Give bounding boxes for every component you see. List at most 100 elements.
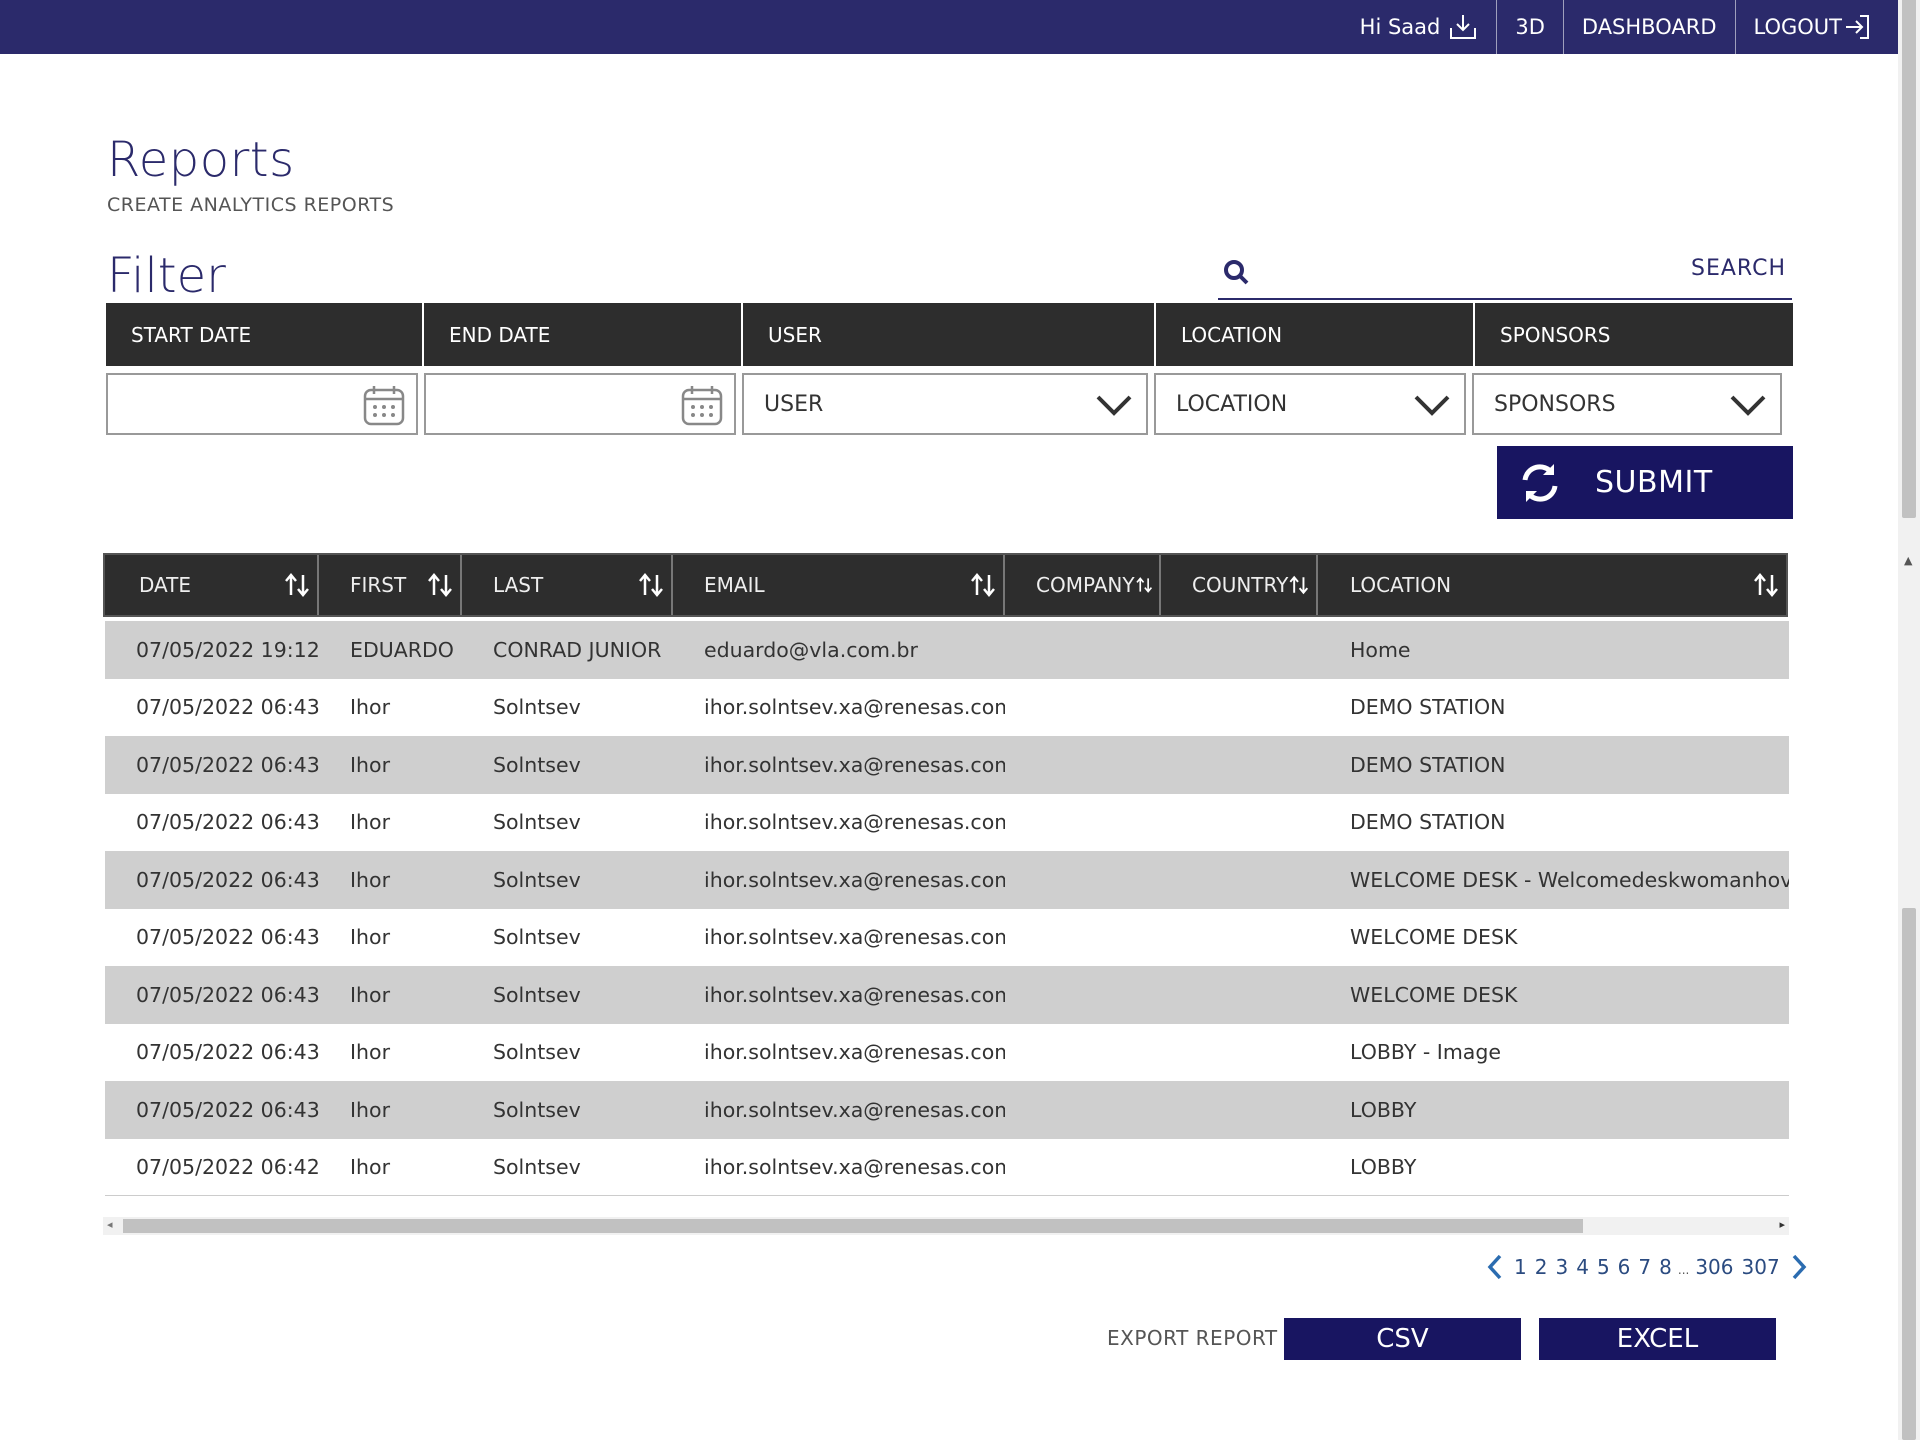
table-row[interactable]: 07/05/2022 19:12 EDUARDO CONRAD JUNIOR edua… bbox=[105, 621, 1789, 679]
sort-icon[interactable] bbox=[1752, 571, 1780, 599]
page-link[interactable]: 6 bbox=[1618, 1255, 1631, 1279]
cell-last: Solntsev bbox=[493, 925, 581, 950]
scroll-left-arrow-icon[interactable]: ◂ bbox=[107, 1218, 113, 1231]
table-row[interactable]: 07/05/2022 06:43 Ihor Solntsev ihor.solntse… bbox=[105, 966, 1789, 1024]
cell-first: Ihor bbox=[350, 925, 391, 950]
horizontal-scrollbar[interactable]: ◂ ▸ bbox=[103, 1217, 1789, 1235]
page-link[interactable]: 8 bbox=[1659, 1255, 1672, 1279]
vertical-scrollbar[interactable]: ▲ bbox=[1898, 0, 1920, 1440]
user-greeting[interactable]: Hi Saad bbox=[1342, 0, 1497, 54]
page-link[interactable]: 306 bbox=[1695, 1255, 1733, 1279]
location-select-value: LOCATION bbox=[1176, 392, 1288, 417]
csv-button[interactable]: CSV bbox=[1284, 1318, 1521, 1360]
sort-icon[interactable] bbox=[637, 571, 665, 599]
sort-icon[interactable] bbox=[969, 571, 997, 599]
col-header-label: LOCATION bbox=[1350, 573, 1452, 597]
cell-date: 07/05/2022 06:43 bbox=[136, 1040, 319, 1065]
cell-email: ihor.solntsev.xa@renesas.com bbox=[704, 1097, 1005, 1122]
scroll-right-arrow-icon[interactable]: ▸ bbox=[1779, 1218, 1785, 1231]
table-row[interactable]: 07/05/2022 06:42 Ihor Solntsev ihor.solntse… bbox=[105, 1138, 1789, 1196]
calendar-icon[interactable] bbox=[680, 383, 724, 427]
cell-last: Solntsev bbox=[493, 695, 581, 720]
table-row[interactable]: 07/05/2022 06:43 Ihor Solntsev ihor.solntse… bbox=[105, 793, 1789, 851]
filter-col-end-date: END DATE bbox=[424, 303, 743, 366]
page-link[interactable]: 307 bbox=[1742, 1255, 1780, 1279]
col-header-country[interactable]: COUNTRY bbox=[1161, 555, 1318, 615]
col-header-email[interactable]: EMAIL bbox=[673, 555, 1005, 615]
cell-date: 07/05/2022 06:43 bbox=[136, 1097, 319, 1122]
col-header-first[interactable]: FIRST bbox=[319, 555, 462, 615]
nav-3d[interactable]: 3D bbox=[1496, 0, 1563, 54]
col-header-location[interactable]: LOCATION bbox=[1318, 555, 1786, 615]
table-row[interactable]: 07/05/2022 06:43 Ihor Solntsev ihor.solntse… bbox=[105, 1023, 1789, 1081]
page-link[interactable]: 3 bbox=[1555, 1255, 1568, 1279]
chevron-left-icon[interactable] bbox=[1486, 1253, 1504, 1281]
cell-first: Ihor bbox=[350, 1097, 391, 1122]
scrollbar-thumb-outer[interactable] bbox=[1902, 0, 1916, 518]
submit-button[interactable]: SUBMIT bbox=[1497, 446, 1793, 519]
nav-logout[interactable]: LOGOUT bbox=[1734, 0, 1898, 54]
search-input[interactable] bbox=[1266, 252, 1670, 292]
cell-email: ihor.solntsev.xa@renesas.com bbox=[704, 867, 1005, 892]
search-icon[interactable] bbox=[1222, 258, 1252, 288]
col-header-label: COMPANY bbox=[1036, 573, 1135, 597]
export-report-label: EXPORT REPORT bbox=[1107, 1326, 1278, 1350]
scrollbar-thumb-inner[interactable] bbox=[1902, 908, 1916, 1440]
user-select-value: USER bbox=[764, 392, 824, 417]
col-header-last[interactable]: LAST bbox=[462, 555, 673, 615]
cell-location: WELCOME DESK bbox=[1350, 982, 1518, 1007]
page-link[interactable]: 7 bbox=[1638, 1255, 1651, 1279]
search-label[interactable]: SEARCH bbox=[1691, 256, 1786, 281]
cell-first: Ihor bbox=[350, 752, 391, 777]
nav-dashboard[interactable]: DASHBOARD bbox=[1562, 0, 1735, 54]
cell-first: Ihor bbox=[350, 695, 391, 720]
table-row[interactable]: 07/05/2022 06:43 Ihor Solntsev ihor.solntse… bbox=[105, 736, 1789, 794]
cell-email: ihor.solntsev.xa@renesas.com bbox=[704, 695, 1005, 720]
sort-icon[interactable] bbox=[426, 571, 454, 599]
filter-header: START DATE END DATE USER LOCATION SPONSO… bbox=[106, 303, 1793, 366]
end-date-input[interactable] bbox=[424, 373, 736, 435]
user-select[interactable]: USER bbox=[742, 373, 1148, 435]
horizontal-scrollbar-thumb[interactable] bbox=[123, 1219, 1583, 1233]
start-date-input[interactable] bbox=[106, 373, 418, 435]
filter-col-location: LOCATION bbox=[1156, 303, 1475, 366]
cell-date: 07/05/2022 06:43 bbox=[136, 867, 319, 892]
sort-icon[interactable] bbox=[1288, 571, 1310, 599]
sponsors-select-value: SPONSORS bbox=[1494, 392, 1616, 417]
col-header-date[interactable]: DATE bbox=[105, 555, 319, 615]
filter-col-user: USER bbox=[743, 303, 1156, 366]
page-link[interactable]: 5 bbox=[1597, 1255, 1610, 1279]
table-row[interactable]: 07/05/2022 06:43 Ihor Solntsev ihor.solntse… bbox=[105, 908, 1789, 966]
filter-col-start-date: START DATE bbox=[106, 303, 424, 366]
scroll-up-arrow-icon[interactable]: ▲ bbox=[1904, 554, 1912, 567]
cell-date: 07/05/2022 06:42 bbox=[136, 1155, 319, 1180]
cell-date: 07/05/2022 06:43 bbox=[136, 752, 319, 777]
cell-location: LOBBY bbox=[1350, 1097, 1417, 1122]
search-bar: SEARCH bbox=[1218, 246, 1792, 300]
table-row[interactable]: 07/05/2022 06:43 Ihor Solntsev ihor.solntse… bbox=[105, 851, 1789, 909]
cell-email: eduardo@vla.com.br bbox=[704, 637, 918, 662]
sort-icon[interactable] bbox=[1135, 571, 1153, 599]
location-select[interactable]: LOCATION bbox=[1154, 373, 1466, 435]
page-link[interactable]: 4 bbox=[1576, 1255, 1589, 1279]
col-header-label: DATE bbox=[139, 573, 192, 597]
chevron-right-icon[interactable] bbox=[1790, 1253, 1808, 1281]
cell-location: LOBBY - Image bbox=[1350, 1040, 1501, 1065]
calendar-icon[interactable] bbox=[362, 383, 406, 427]
table-body: 07/05/2022 19:12 EDUARDO CONRAD JUNIOR edua… bbox=[105, 621, 1789, 1196]
page-link[interactable]: 1 bbox=[1514, 1255, 1527, 1279]
sort-icon[interactable] bbox=[283, 571, 311, 599]
table-row[interactable]: 07/05/2022 06:43 Ihor Solntsev ihor.solntse… bbox=[105, 678, 1789, 736]
table-row[interactable]: 07/05/2022 06:43 Ihor Solntsev ihor.solntse… bbox=[105, 1081, 1789, 1139]
cell-date: 07/05/2022 06:43 bbox=[136, 925, 319, 950]
cell-location: WELCOME DESK bbox=[1350, 925, 1518, 950]
cell-last: Solntsev bbox=[493, 752, 581, 777]
page-link[interactable]: 2 bbox=[1535, 1255, 1548, 1279]
col-header-company[interactable]: COMPANY bbox=[1005, 555, 1161, 615]
table-bottom-border bbox=[105, 1195, 1789, 1196]
filter-inputs: USER LOCATION SPONSORS bbox=[106, 373, 1793, 436]
sponsors-select[interactable]: SPONSORS bbox=[1472, 373, 1782, 435]
col-header-label: COUNTRY bbox=[1192, 573, 1289, 597]
excel-button[interactable]: EXCEL bbox=[1539, 1318, 1776, 1360]
col-header-label: FIRST bbox=[350, 573, 407, 597]
